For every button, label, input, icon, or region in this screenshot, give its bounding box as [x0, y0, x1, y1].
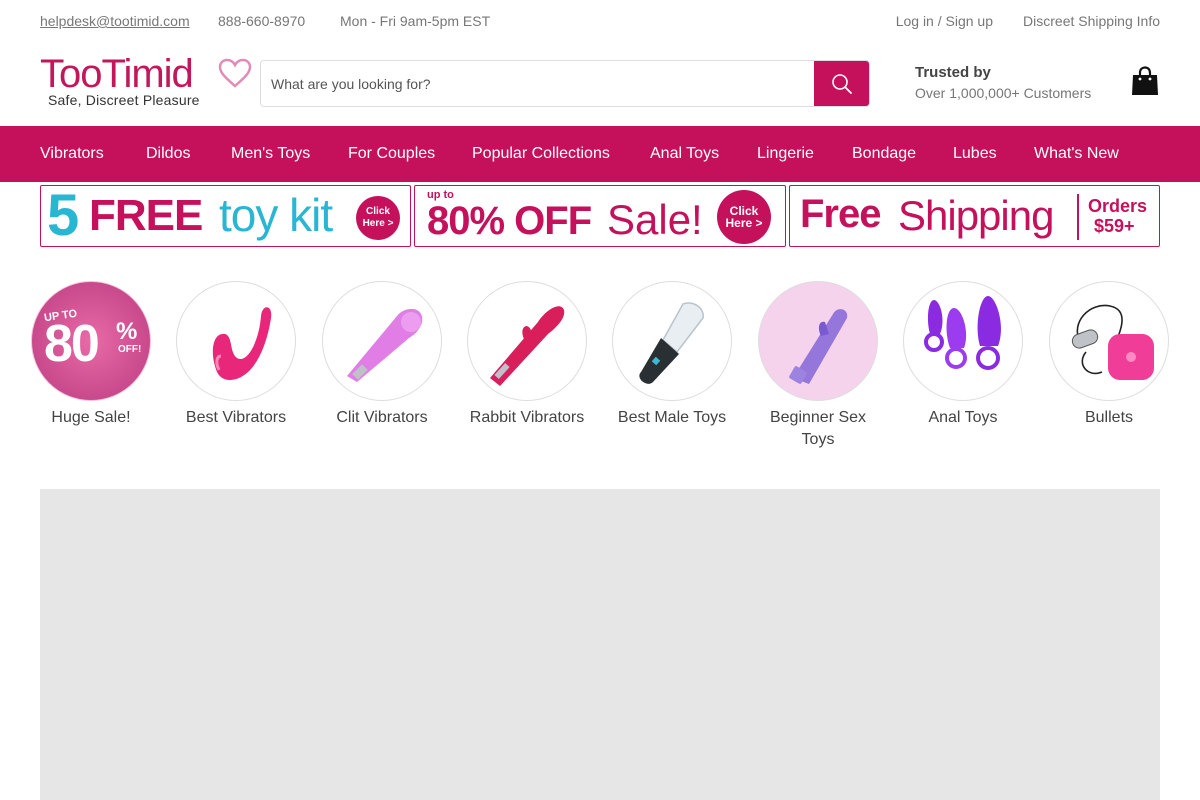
category-rabbit-vibrators[interactable]: Rabbit Vibrators — [462, 281, 592, 429]
badge-percent: % — [116, 318, 138, 345]
nav-mens-toys[interactable]: Men's Toys — [231, 144, 310, 164]
cart-button[interactable] — [1131, 66, 1161, 98]
banner-kit-free: FREE — [89, 191, 203, 240]
category-image — [612, 281, 732, 401]
category-label: Rabbit Vibrators — [469, 409, 585, 426]
category-image — [758, 281, 878, 401]
category-best-male-toys[interactable]: Best Male Toys — [607, 281, 737, 429]
badge-number: 80 — [44, 315, 100, 373]
category-image — [322, 281, 442, 401]
category-anal-toys[interactable]: Anal Toys — [898, 281, 1028, 429]
anal-toy-icon — [924, 296, 1001, 370]
category-image — [467, 281, 587, 401]
banner-ship-shipping: Shipping — [898, 192, 1054, 239]
logo-tagline: Safe, Discreet Pleasure — [48, 92, 200, 108]
clit-vibrator-icon — [347, 308, 423, 382]
heart-icon — [218, 58, 252, 88]
nav-for-couples[interactable]: For Couples — [348, 144, 435, 164]
banner-kit-toy-kit: toy kit — [219, 189, 333, 241]
banner-sale-text: Sale! — [607, 196, 703, 243]
search-input[interactable] — [261, 61, 816, 106]
site-header: TooTimid Safe, Discreet Pleasure Trusted… — [0, 42, 1200, 126]
utility-bar: helpdesk@tootimid.com 888-660-8970 Mon -… — [0, 0, 1200, 42]
vibrator-icon — [212, 307, 272, 380]
banner-ship-free: Free — [800, 192, 881, 236]
free-toy-kit-banner[interactable]: 5 FREE toy kit Click Here > — [40, 185, 411, 247]
shopping-bag-icon — [1132, 66, 1158, 95]
main-nav: Vibrators Dildos Men's Toys For Couples … — [0, 126, 1200, 182]
hero-banner-placeholder[interactable] — [40, 489, 1160, 800]
search-button[interactable] — [814, 61, 869, 106]
phone-number[interactable]: 888-660-8970 — [218, 12, 305, 30]
bullet-icon — [1071, 304, 1154, 380]
male-toy-icon — [639, 302, 704, 384]
category-label: Best Vibrators — [185, 409, 287, 426]
nav-lingerie[interactable]: Lingerie — [757, 144, 814, 164]
rabbit-vibrator-icon — [490, 306, 565, 386]
banner-sale-percent: 80% OFF — [427, 199, 592, 243]
login-signup-link[interactable]: Log in / Sign up — [896, 12, 993, 30]
category-image — [1049, 281, 1169, 401]
search-bar — [260, 60, 870, 107]
logo-wordmark: TooTimid — [40, 52, 194, 96]
logo[interactable]: TooTimid Safe, Discreet Pleasure — [40, 52, 252, 112]
category-bullets[interactable]: Bullets — [1044, 281, 1174, 429]
category-label: Clit Vibrators — [336, 409, 428, 426]
nav-popular-collections[interactable]: Popular Collections — [472, 144, 610, 164]
sale-banner[interactable]: up to 80% OFF Sale! Click Here > — [414, 185, 786, 247]
beginner-toy-icon — [789, 309, 848, 384]
trust-title: Trusted by — [915, 64, 991, 81]
category-image — [903, 281, 1023, 401]
free-shipping-banner[interactable]: Free Shipping Orders $59+ — [789, 185, 1160, 247]
category-beginner-sex-toys[interactable]: Beginner Sex Toys — [753, 281, 883, 451]
huge-sale-badge: UP TO 80 % OFF! — [31, 281, 151, 401]
banner-kit-cta: Click Here > — [356, 196, 400, 240]
nav-dildos[interactable]: Dildos — [146, 144, 190, 164]
category-label: Bullets — [1084, 409, 1134, 426]
category-label: Huge Sale! — [51, 409, 131, 426]
nav-vibrators[interactable]: Vibrators — [40, 144, 104, 164]
banner-divider — [1077, 194, 1079, 240]
category-image — [176, 281, 296, 401]
banner-ship-amount: $59+ — [1094, 216, 1135, 236]
search-icon — [831, 73, 852, 94]
category-label: Beginner Sex Toys — [769, 409, 867, 448]
banner-sale-cta: Click Here > — [717, 190, 771, 244]
nav-anal-toys[interactable]: Anal Toys — [650, 144, 719, 164]
category-best-vibrators[interactable]: Best Vibrators — [171, 281, 301, 429]
discreet-shipping-link[interactable]: Discreet Shipping Info — [1023, 12, 1160, 30]
category-label: Best Male Toys — [617, 409, 727, 426]
trust-badge: Trusted by Over 1,000,000+ Customers — [915, 63, 1091, 103]
business-hours: Mon - Fri 9am-5pm EST — [340, 13, 491, 29]
nav-lubes[interactable]: Lubes — [953, 144, 997, 164]
category-clit-vibrators[interactable]: Clit Vibrators — [317, 281, 447, 429]
nav-whats-new[interactable]: What's New — [1034, 144, 1119, 164]
badge-off: OFF! — [118, 344, 142, 355]
nav-bondage[interactable]: Bondage — [852, 144, 916, 164]
banner-ship-orders: Orders — [1088, 196, 1148, 216]
banner-kit-number: 5 — [47, 185, 80, 247]
category-label: Anal Toys — [928, 409, 998, 426]
category-huge-sale[interactable]: UP TO 80 % OFF! Huge Sale! — [26, 281, 156, 429]
email-link[interactable]: helpdesk@tootimid.com — [40, 12, 190, 30]
trust-subtitle: Over 1,000,000+ Customers — [915, 85, 1092, 101]
